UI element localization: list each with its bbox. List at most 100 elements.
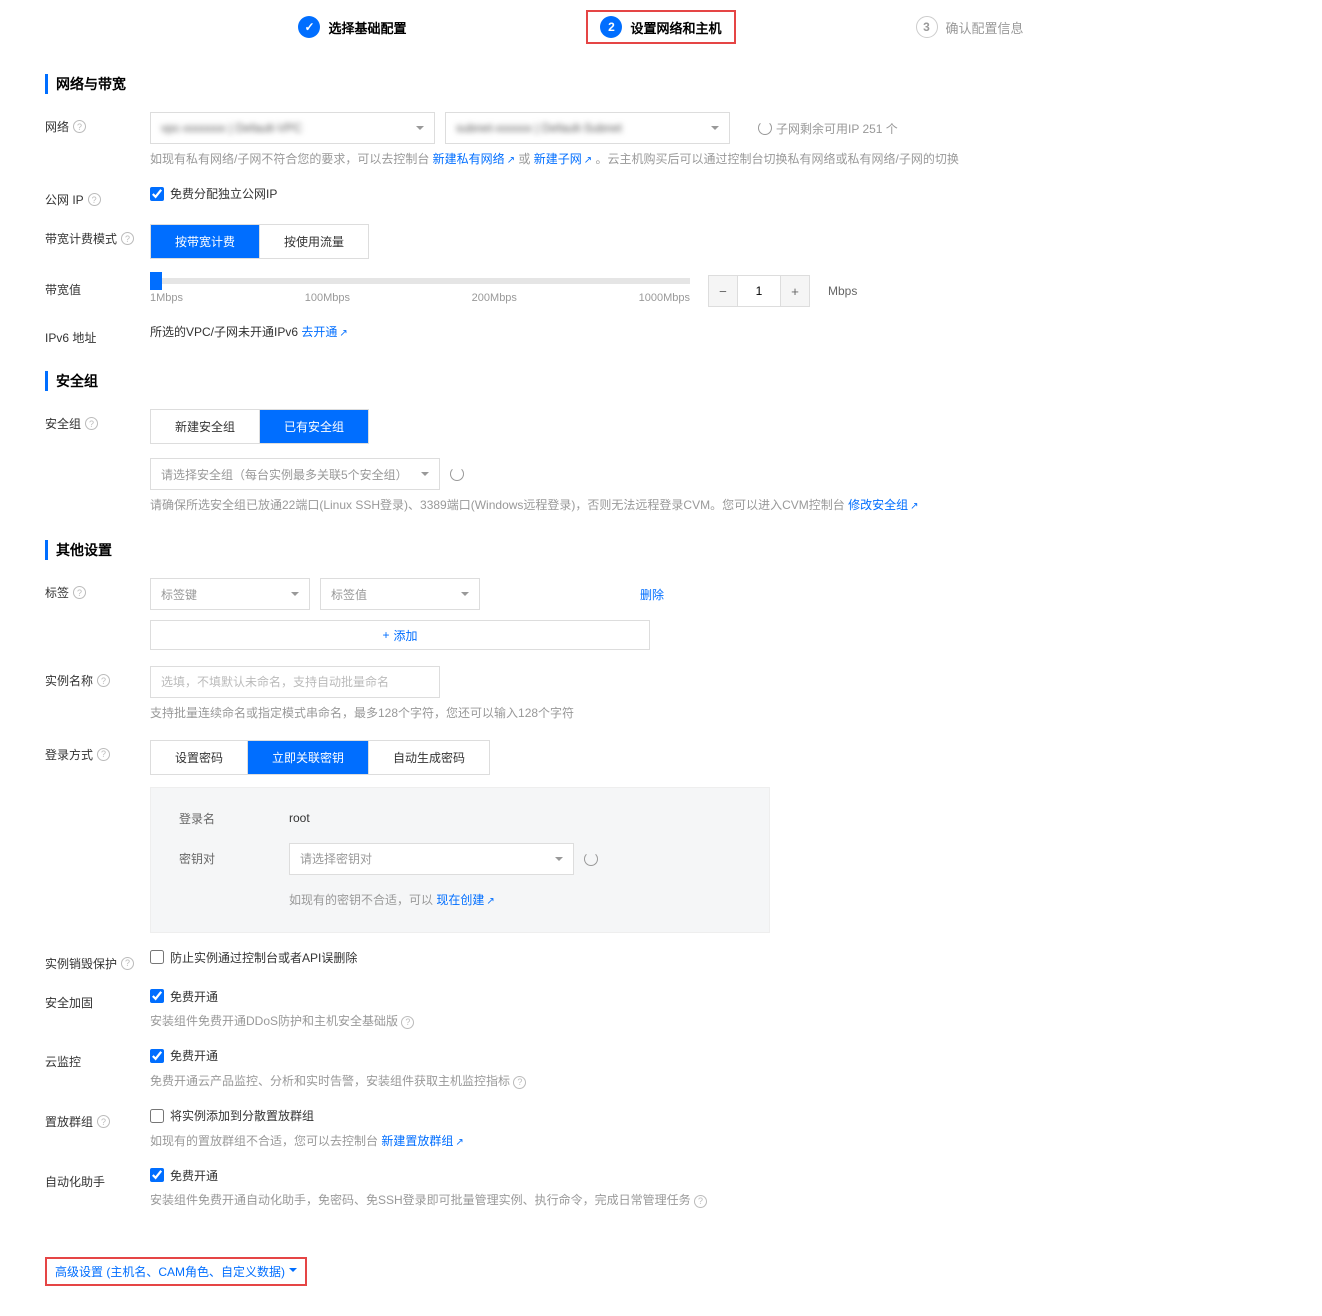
- placement-checkbox[interactable]: 将实例添加到分散置放群组: [150, 1107, 314, 1124]
- ipv6-text: 所选的VPC/子网未开通IPv6: [150, 325, 301, 339]
- login-tab-auto[interactable]: 自动生成密码: [369, 741, 489, 774]
- slider-tick: 100Mbps: [305, 292, 350, 304]
- help-icon[interactable]: ?: [73, 120, 86, 133]
- refresh-icon[interactable]: [450, 467, 464, 481]
- placement-cb-label: 将实例添加到分散置放群组: [170, 1107, 314, 1124]
- sg-label: 安全组: [45, 415, 81, 432]
- publicip-checkbox[interactable]: 免费分配独立公网IP: [150, 185, 277, 202]
- monitor-checkbox[interactable]: 免费开通: [150, 1047, 218, 1064]
- login-tab-password[interactable]: 设置密码: [151, 741, 248, 774]
- slider-tick: 200Mbps: [472, 292, 517, 304]
- login-label: 登录方式: [45, 746, 93, 763]
- advanced-label: 高级设置 (主机名、CAM角色、自定义数据): [55, 1263, 285, 1280]
- step-1-label: 选择基础配置: [328, 18, 406, 37]
- login-user-label: 登录名: [179, 810, 289, 827]
- help-icon[interactable]: ?: [73, 586, 86, 599]
- monitor-cb-label: 免费开通: [170, 1047, 218, 1064]
- vpc-select[interactable]: vpc-xxxxxxx | Default-VPC: [150, 112, 435, 144]
- help-icon[interactable]: ?: [513, 1076, 526, 1089]
- help-icon[interactable]: ?: [97, 674, 110, 687]
- sg-tab-existing[interactable]: 已有安全组: [260, 410, 368, 443]
- placement-hint: 如现有的置放群组不合适，您可以去控制台: [150, 1134, 381, 1148]
- section-network-title: 网络与带宽: [45, 74, 1277, 94]
- modify-sg-link[interactable]: 修改安全组: [848, 498, 918, 512]
- refresh-icon[interactable]: [758, 121, 772, 135]
- help-icon[interactable]: ?: [121, 232, 134, 245]
- step-2[interactable]: 2 设置网络和主机: [586, 10, 735, 44]
- help-icon[interactable]: ?: [121, 957, 134, 970]
- step-indicator: ✓ 选择基础配置 2 设置网络和主机 3 确认配置信息: [45, 10, 1277, 44]
- instance-name-input[interactable]: [150, 666, 440, 698]
- monitor-hint: 免费开通云产品监控、分析和实时告警，安装组件获取主机监控指标: [150, 1074, 513, 1088]
- keypair-hint: 如现有的密钥不合适，可以: [289, 893, 436, 907]
- keypair-select[interactable]: 请选择密钥对: [289, 843, 574, 875]
- advanced-settings-toggle[interactable]: 高级设置 (主机名、CAM角色、自定义数据): [45, 1257, 307, 1286]
- network-hint-2: 。云主机购买后可以通过控制台切换私有网络或私有网络/子网的切换: [596, 152, 959, 166]
- bandwidth-slider[interactable]: 1Mbps 100Mbps 200Mbps 1000Mbps: [150, 278, 690, 304]
- ipv6-enable-link[interactable]: 去开通: [301, 325, 347, 339]
- tag-delete-link[interactable]: 删除: [640, 586, 664, 603]
- bwmode-tab-traffic[interactable]: 按使用流量: [260, 225, 368, 258]
- destroy-cb-label: 防止实例通过控制台或者API误删除: [170, 949, 357, 966]
- step-2-num: 2: [600, 16, 622, 38]
- automation-label: 自动化助手: [45, 1173, 105, 1190]
- tags-label: 标签: [45, 584, 69, 601]
- new-placement-link[interactable]: 新建置放群组: [381, 1134, 463, 1148]
- subnet-select[interactable]: subnet-xxxxxx | Default-Subnet: [445, 112, 730, 144]
- tag-value-select[interactable]: 标签值: [320, 578, 480, 610]
- network-hint-1: 如现有私有网络/子网不符合您的要求，可以去控制台: [150, 152, 433, 166]
- monitor-label: 云监控: [45, 1053, 81, 1070]
- help-icon[interactable]: ?: [401, 1016, 414, 1029]
- destroy-label: 实例销毁保护: [45, 955, 117, 972]
- section-sg-title: 安全组: [45, 371, 1277, 391]
- bandwidth-unit: Mbps: [828, 284, 857, 298]
- security-checkbox[interactable]: 免费开通: [150, 988, 218, 1005]
- bwmode-tab-bandwidth[interactable]: 按带宽计费: [151, 225, 260, 258]
- stepper-minus-button[interactable]: −: [709, 276, 737, 306]
- bandwidth-stepper[interactable]: − +: [708, 275, 810, 307]
- login-key-label: 密钥对: [179, 850, 289, 867]
- security-cb-label: 免费开通: [170, 988, 218, 1005]
- step-3[interactable]: 3 确认配置信息: [916, 10, 1024, 44]
- instname-hint: 支持批量连续命名或指定模式串命名，最多128个字符，您还可以输入128个字符: [150, 704, 1277, 723]
- subnet-remaining: 子网剩余可用IP 251 个: [776, 120, 898, 137]
- slider-tick: 1000Mbps: [639, 292, 690, 304]
- sg-select[interactable]: 请选择安全组（每台实例最多关联5个安全组）: [150, 458, 440, 490]
- automation-checkbox[interactable]: 免费开通: [150, 1167, 218, 1184]
- create-keypair-link[interactable]: 现在创建: [436, 893, 494, 907]
- placement-label: 置放群组: [45, 1113, 93, 1130]
- plus-icon: +: [382, 628, 389, 642]
- help-icon[interactable]: ?: [88, 193, 101, 206]
- tag-key-select[interactable]: 标签键: [150, 578, 310, 610]
- ipv6-label: IPv6 地址: [45, 329, 96, 346]
- bandwidth-input[interactable]: [737, 276, 781, 306]
- check-icon: ✓: [298, 16, 320, 38]
- section-other-title: 其他设置: [45, 540, 1277, 560]
- stepper-plus-button[interactable]: +: [781, 276, 809, 306]
- login-panel: 登录名 root 密钥对 请选择密钥对 如现有的密钥不合适，可以 现在创建: [150, 787, 770, 933]
- help-icon[interactable]: ?: [694, 1195, 707, 1208]
- bwmode-label: 带宽计费模式: [45, 230, 117, 247]
- destroy-protect-checkbox[interactable]: 防止实例通过控制台或者API误删除: [150, 949, 357, 966]
- publicip-cb-label: 免费分配独立公网IP: [170, 185, 277, 202]
- step-1[interactable]: ✓ 选择基础配置: [298, 10, 406, 44]
- new-subnet-link[interactable]: 新建子网: [534, 152, 592, 166]
- help-icon[interactable]: ?: [85, 417, 98, 430]
- step-2-label: 设置网络和主机: [630, 18, 721, 37]
- publicip-label: 公网 IP: [45, 191, 84, 208]
- security-label: 安全加固: [45, 994, 93, 1011]
- add-tag-button[interactable]: +添加: [150, 620, 650, 650]
- bwval-label: 带宽值: [45, 281, 81, 298]
- automation-cb-label: 免费开通: [170, 1167, 218, 1184]
- step-3-label: 确认配置信息: [946, 18, 1024, 37]
- network-hint-mid: 或: [518, 152, 533, 166]
- refresh-icon[interactable]: [584, 852, 598, 866]
- instname-label: 实例名称: [45, 672, 93, 689]
- slider-tick: 1Mbps: [150, 292, 183, 304]
- new-vpc-link[interactable]: 新建私有网络: [433, 152, 515, 166]
- login-tab-key[interactable]: 立即关联密钥: [248, 741, 369, 774]
- help-icon[interactable]: ?: [97, 748, 110, 761]
- sg-tab-new[interactable]: 新建安全组: [151, 410, 260, 443]
- login-user-value: root: [289, 811, 310, 825]
- help-icon[interactable]: ?: [97, 1115, 110, 1128]
